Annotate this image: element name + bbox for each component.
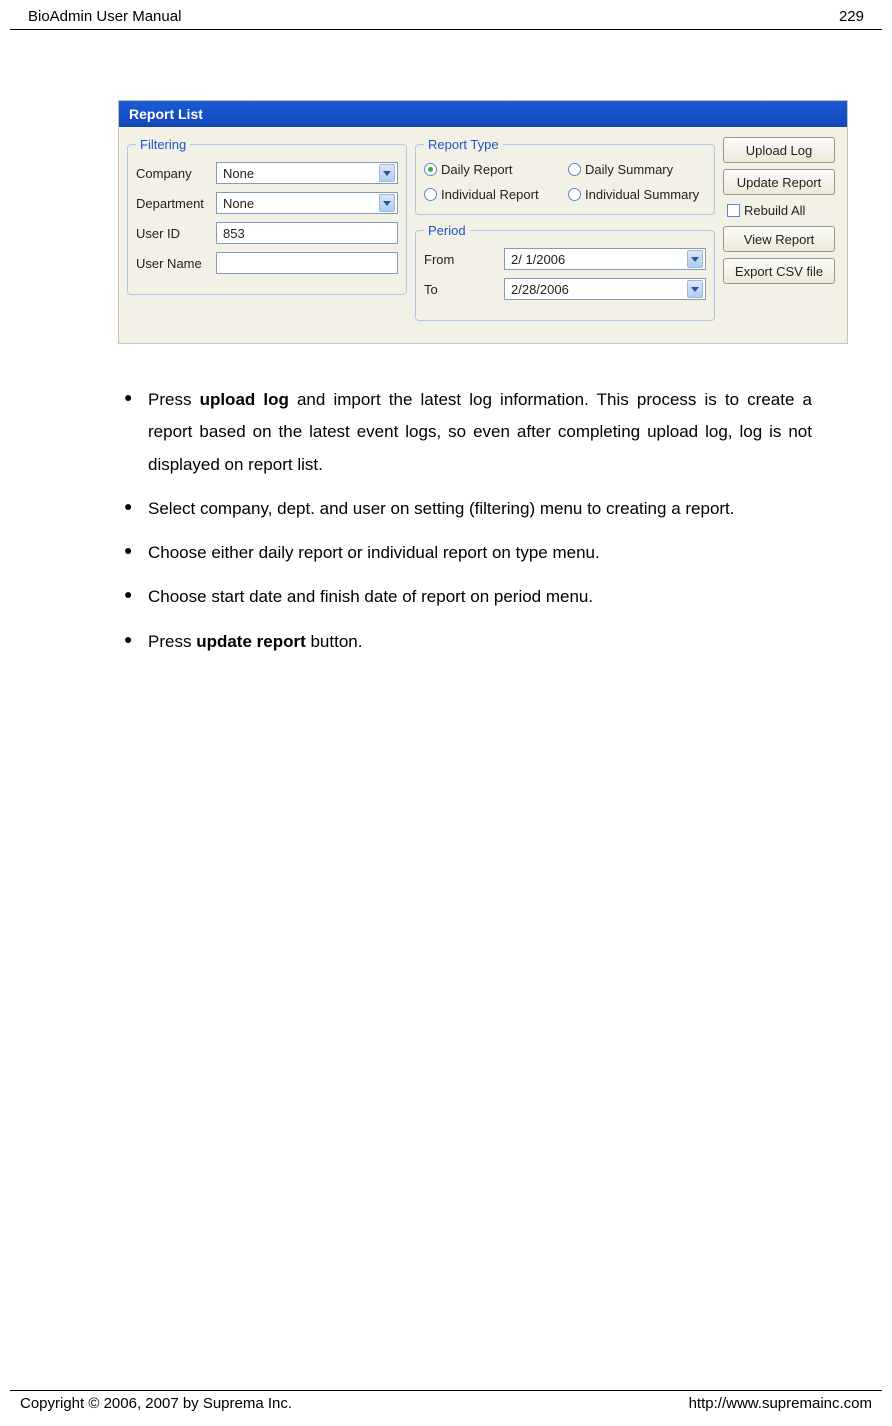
header-title: BioAdmin User Manual xyxy=(28,8,181,25)
report-type-options: Daily Report Daily Summary Individual Re… xyxy=(424,162,706,202)
from-value: 2/ 1/2006 xyxy=(511,252,565,267)
bullet-text-pre: Press xyxy=(148,632,196,651)
checkbox-icon xyxy=(727,204,740,217)
rebuild-all-checkbox[interactable]: Rebuild All xyxy=(723,201,835,220)
button-label: View Report xyxy=(744,232,815,247)
bullet-text-bold: update report xyxy=(196,632,306,651)
report-type-legend: Report Type xyxy=(424,137,503,152)
view-report-button[interactable]: View Report xyxy=(723,226,835,252)
titlebar-text: Report List xyxy=(129,106,203,122)
bullet-text: Select company, dept. and user on settin… xyxy=(148,499,735,518)
company-value: None xyxy=(223,166,254,181)
checkbox-label: Rebuild All xyxy=(744,203,805,218)
filtering-column: Filtering Company None Department None xyxy=(127,137,407,329)
radio-daily-report[interactable]: Daily Report xyxy=(424,162,562,177)
radio-label: Individual Summary xyxy=(585,187,699,202)
footer-url: http://www.supremainc.com xyxy=(689,1395,872,1412)
list-item: Press update report button. xyxy=(120,626,812,658)
period-fieldset: Period From 2/ 1/2006 To 2/28/2006 xyxy=(415,223,715,321)
radio-icon xyxy=(568,163,581,176)
chevron-down-icon[interactable] xyxy=(379,194,395,212)
bullet-text: Choose either daily report or individual… xyxy=(148,543,600,562)
button-label: Update Report xyxy=(737,175,822,190)
button-label: Export CSV file xyxy=(735,264,823,279)
department-label: Department xyxy=(136,196,216,211)
titlebar: Report List xyxy=(119,101,847,127)
window-icon xyxy=(825,108,837,120)
radio-icon xyxy=(424,163,437,176)
company-label: Company xyxy=(136,166,216,181)
userid-input[interactable]: 853 xyxy=(216,222,398,244)
to-label: To xyxy=(424,282,504,297)
content-area: Report List Filtering Company None Depar… xyxy=(0,30,892,658)
update-report-button[interactable]: Update Report xyxy=(723,169,835,195)
upload-log-button[interactable]: Upload Log xyxy=(723,137,835,163)
page-header: BioAdmin User Manual 229 xyxy=(10,0,882,30)
userid-row: User ID 853 xyxy=(136,222,398,244)
department-value: None xyxy=(223,196,254,211)
page-number: 229 xyxy=(839,8,864,25)
export-csv-button[interactable]: Export CSV file xyxy=(723,258,835,284)
department-row: Department None xyxy=(136,192,398,214)
to-date-dropdown[interactable]: 2/28/2006 xyxy=(504,278,706,300)
radio-icon xyxy=(424,188,437,201)
radio-individual-report[interactable]: Individual Report xyxy=(424,187,562,202)
radio-daily-summary[interactable]: Daily Summary xyxy=(568,162,706,177)
to-row: To 2/28/2006 xyxy=(424,278,706,300)
radio-label: Daily Report xyxy=(441,162,513,177)
bullet-text-pre: Press xyxy=(148,390,200,409)
list-item: Press upload log and import the latest l… xyxy=(120,384,812,481)
period-legend: Period xyxy=(424,223,470,238)
radio-label: Daily Summary xyxy=(585,162,673,177)
to-value: 2/28/2006 xyxy=(511,282,569,297)
report-type-fieldset: Report Type Daily Report Daily Summary xyxy=(415,137,715,215)
userid-label: User ID xyxy=(136,226,216,241)
list-item: Choose either daily report or individual… xyxy=(120,537,812,569)
radio-icon xyxy=(568,188,581,201)
from-date-dropdown[interactable]: 2/ 1/2006 xyxy=(504,248,706,270)
panel-body: Filtering Company None Department None xyxy=(119,127,847,343)
chevron-down-icon[interactable] xyxy=(379,164,395,182)
page-footer: Copyright © 2006, 2007 by Suprema Inc. h… xyxy=(10,1390,882,1412)
username-label: User Name xyxy=(136,256,216,271)
department-dropdown[interactable]: None xyxy=(216,192,398,214)
instruction-list: Press upload log and import the latest l… xyxy=(120,384,812,658)
list-item: Select company, dept. and user on settin… xyxy=(120,493,812,525)
filtering-legend: Filtering xyxy=(136,137,190,152)
filtering-fieldset: Filtering Company None Department None xyxy=(127,137,407,295)
from-label: From xyxy=(424,252,504,267)
list-item: Choose start date and finish date of rep… xyxy=(120,581,812,613)
company-row: Company None xyxy=(136,162,398,184)
footer-copyright: Copyright © 2006, 2007 by Suprema Inc. xyxy=(20,1395,292,1412)
report-list-panel: Report List Filtering Company None Depar… xyxy=(118,100,848,344)
company-dropdown[interactable]: None xyxy=(216,162,398,184)
bullet-text-bold: upload log xyxy=(200,390,289,409)
radio-label: Individual Report xyxy=(441,187,539,202)
middle-column: Report Type Daily Report Daily Summary xyxy=(415,137,715,329)
chevron-down-icon[interactable] xyxy=(687,250,703,268)
radio-individual-summary[interactable]: Individual Summary xyxy=(568,187,706,202)
bullet-text-post: button. xyxy=(306,632,363,651)
bullet-text: Choose start date and finish date of rep… xyxy=(148,587,593,606)
username-row: User Name xyxy=(136,252,398,274)
button-label: Upload Log xyxy=(746,143,813,158)
from-row: From 2/ 1/2006 xyxy=(424,248,706,270)
userid-value: 853 xyxy=(223,226,245,241)
chevron-down-icon[interactable] xyxy=(687,280,703,298)
username-input[interactable] xyxy=(216,252,398,274)
button-column: Upload Log Update Report Rebuild All Vie… xyxy=(723,137,835,329)
